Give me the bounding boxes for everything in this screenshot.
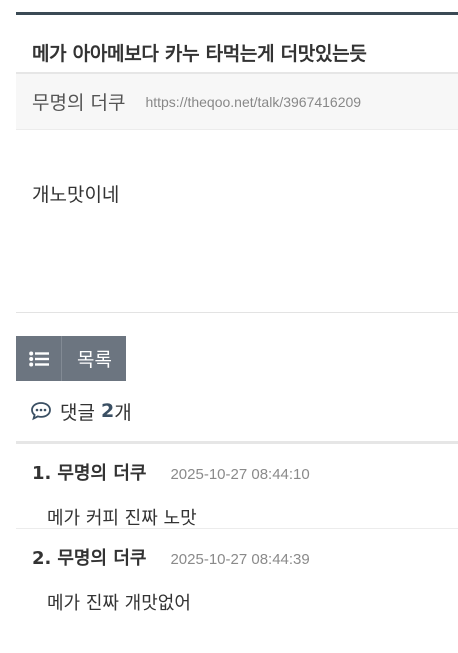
list-button[interactable]: 목록 — [16, 336, 126, 381]
comment-date: 2025-10-27 08:44:39 — [170, 551, 310, 568]
list-button-label: 목록 — [77, 349, 112, 371]
comment-body: 메가 진짜 개맛없어 — [47, 593, 191, 614]
post-url-link[interactable]: https://theqoo.net/talk/3967416209 — [145, 94, 361, 110]
comment-body: 메가 커피 진짜 노맛 — [47, 508, 197, 529]
comments-count: 2 — [101, 400, 115, 422]
post-title: 메가 아아메보다 카누 타먹는게 더맛있는듯 — [32, 43, 367, 65]
comments-count-suffix: 개 — [114, 401, 132, 424]
comment-author: 무명의 더쿠 — [57, 548, 147, 569]
comment-bubble-icon — [30, 401, 52, 421]
comment-author: 무명의 더쿠 — [57, 463, 147, 484]
comments-label: 댓글 — [60, 401, 95, 424]
post-meta: 무명의 더쿠 https://theqoo.net/talk/396741620… — [16, 74, 458, 130]
list-icon — [16, 336, 62, 381]
comment-number: 2. — [32, 548, 52, 569]
comments-header: 댓글 2개 — [16, 381, 458, 444]
comment-date: 2025-10-27 08:44:10 — [170, 466, 310, 483]
post-body: 개노맛이네 — [16, 130, 458, 313]
post-author: 무명의 더쿠 — [32, 92, 126, 114]
comment-list: 1. 무명의 더쿠 2025-10-27 08:44:10 메가 커피 진짜 노… — [16, 444, 458, 614]
comment-item: 1. 무명의 더쿠 2025-10-27 08:44:10 메가 커피 진짜 노… — [16, 444, 458, 529]
post-container: 메가 아아메보다 카누 타먹는게 더맛있는듯 무명의 더쿠 https://th… — [16, 12, 458, 614]
comment-item: 2. 무명의 더쿠 2025-10-27 08:44:39 메가 진짜 개맛없어 — [16, 529, 458, 614]
comment-number: 1. — [32, 463, 52, 484]
